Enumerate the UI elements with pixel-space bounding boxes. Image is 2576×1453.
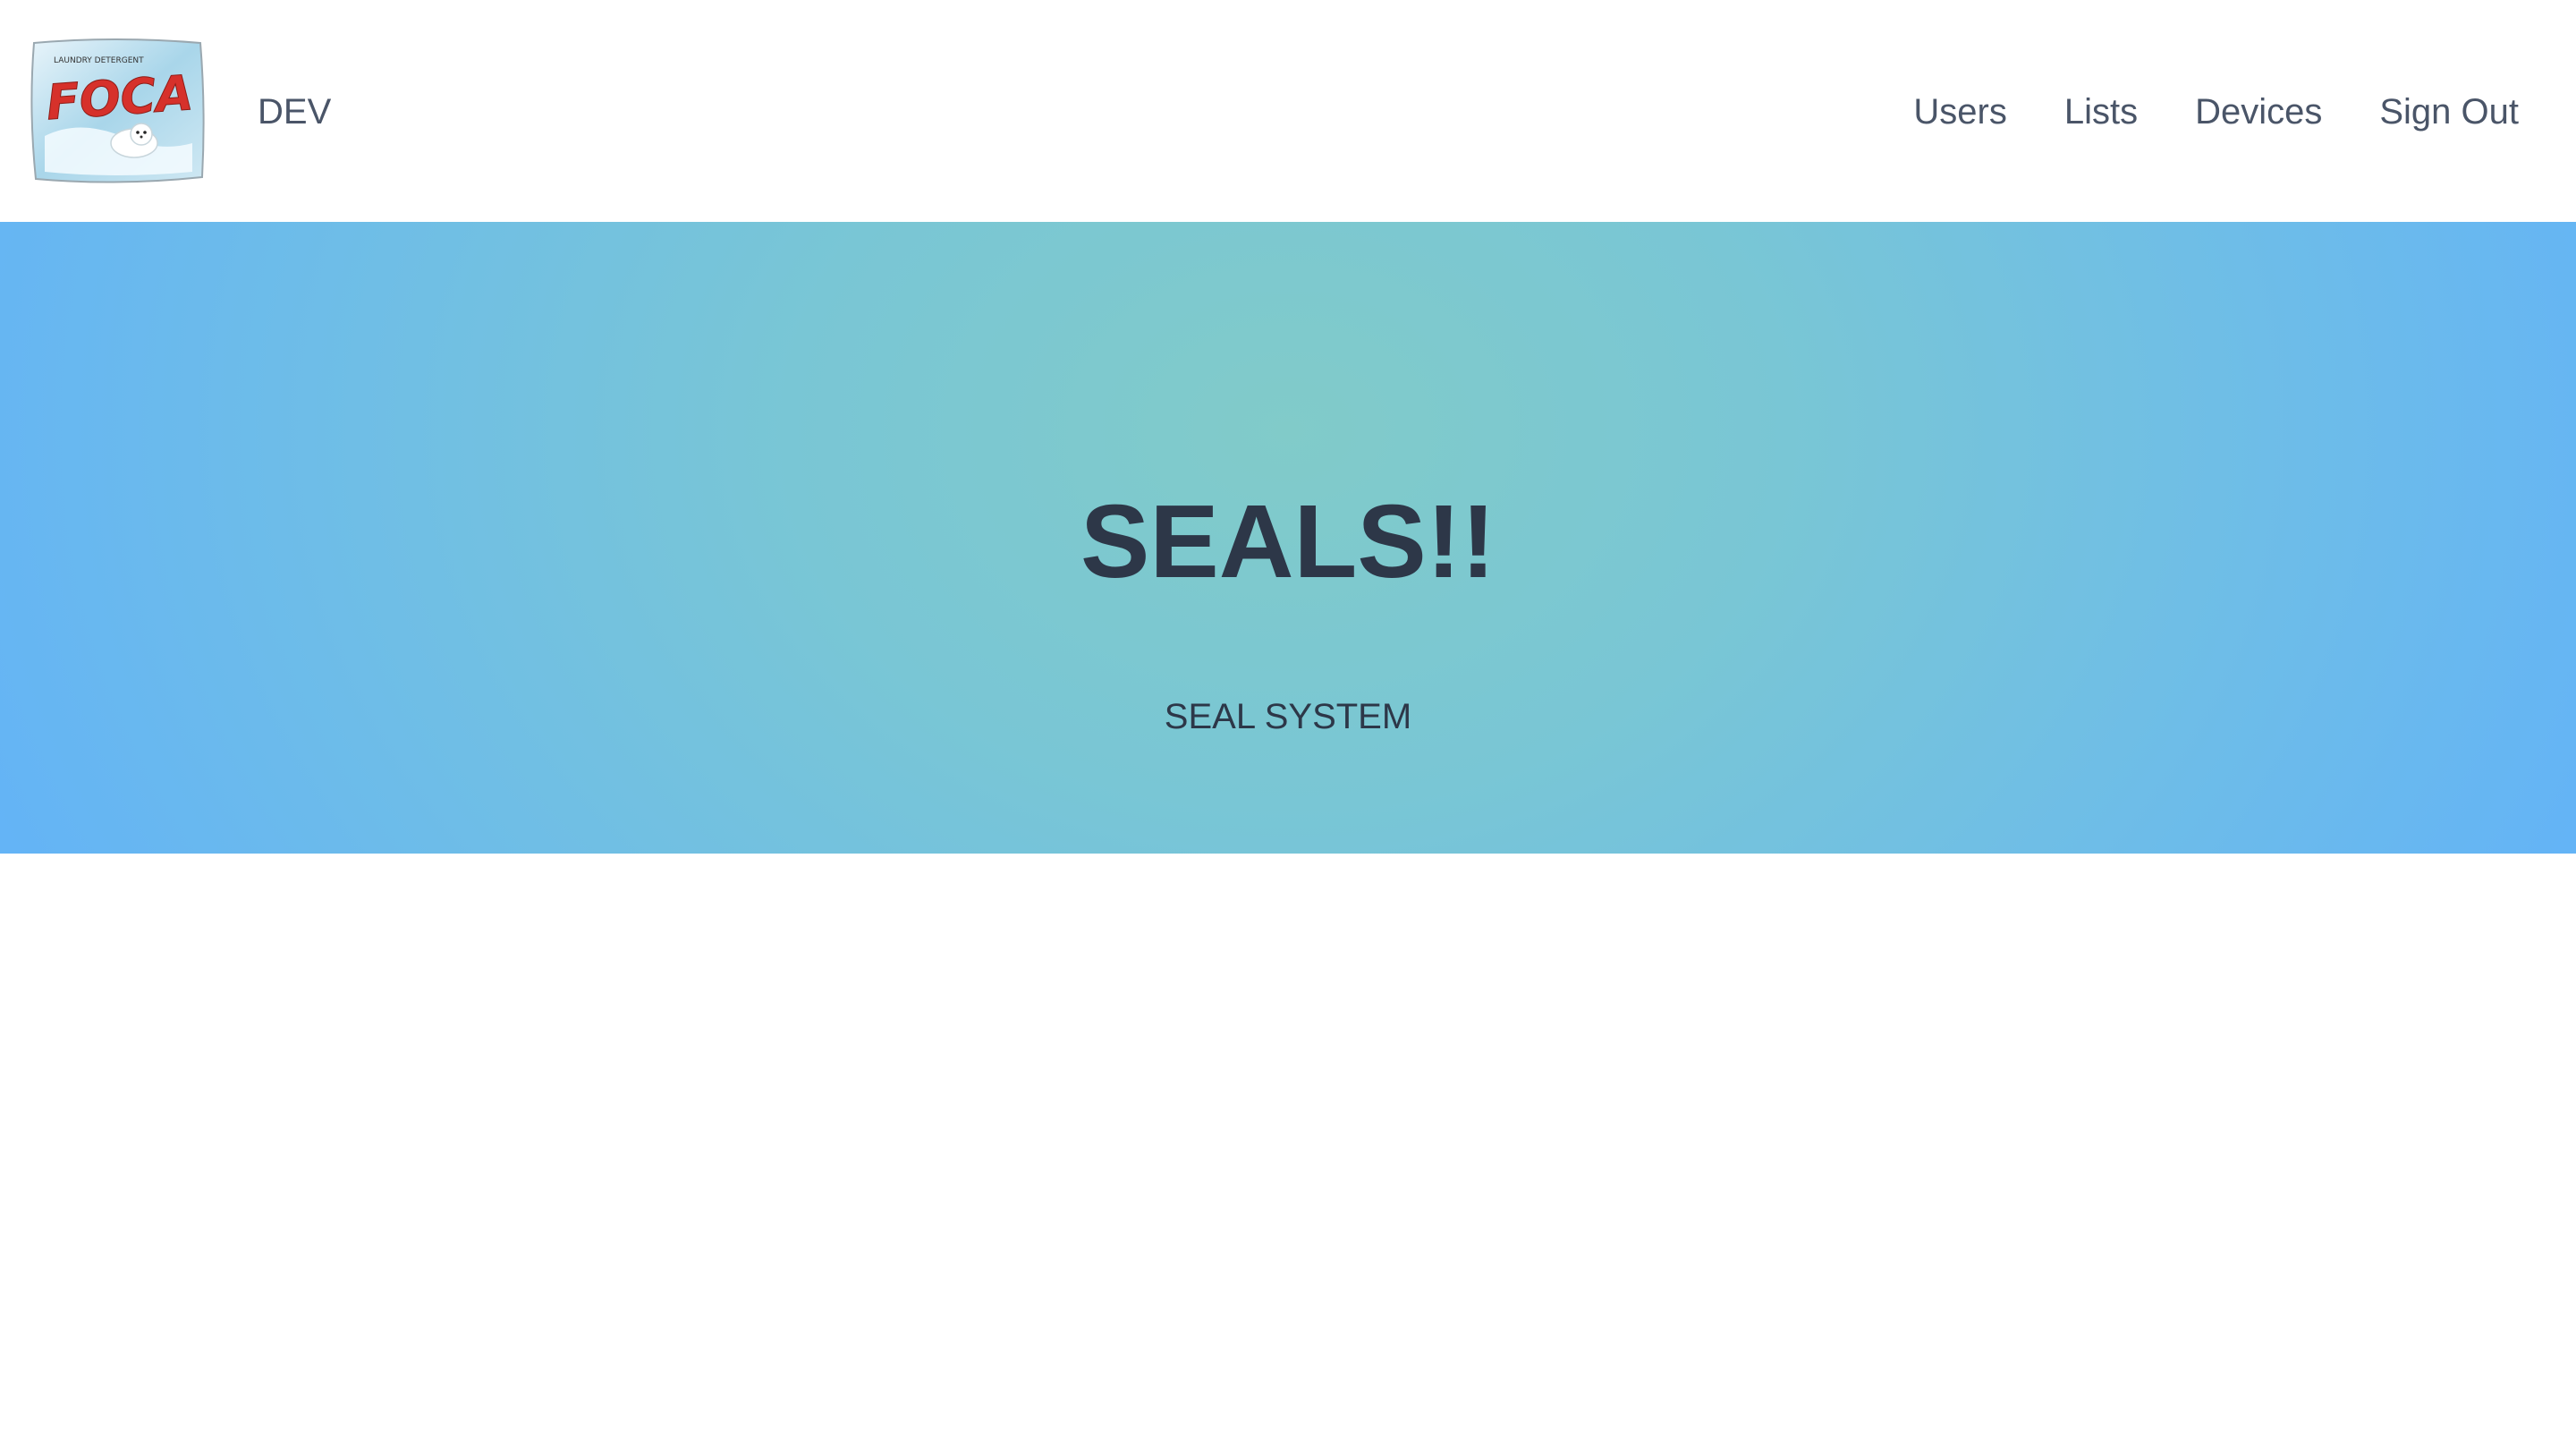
nav-lists-link[interactable]: Lists <box>2064 88 2138 136</box>
nav-devices-link[interactable]: Devices <box>2195 88 2322 136</box>
logo-text: FOCA <box>45 64 195 131</box>
brand-dev-link[interactable]: DEV <box>258 88 331 136</box>
nav-users-link[interactable]: Users <box>1913 88 2006 136</box>
logo-small-text: LAUNDRY DETERGENT <box>54 56 144 65</box>
hero-title: SEALS!! <box>1080 483 1496 599</box>
hero-banner: SEALS!! SEAL SYSTEM <box>0 222 2576 854</box>
top-navbar: LAUNDRY DETERGENT FOCA DEV Users Lists D… <box>0 0 2576 222</box>
nav-sign-out-link[interactable]: Sign Out <box>2379 88 2519 136</box>
main-nav: Users Lists Devices Sign Out <box>1913 88 2519 136</box>
hero-subtitle: SEAL SYSTEM <box>1164 697 1412 736</box>
foca-logo-icon[interactable]: LAUNDRY DETERGENT FOCA <box>27 38 208 184</box>
